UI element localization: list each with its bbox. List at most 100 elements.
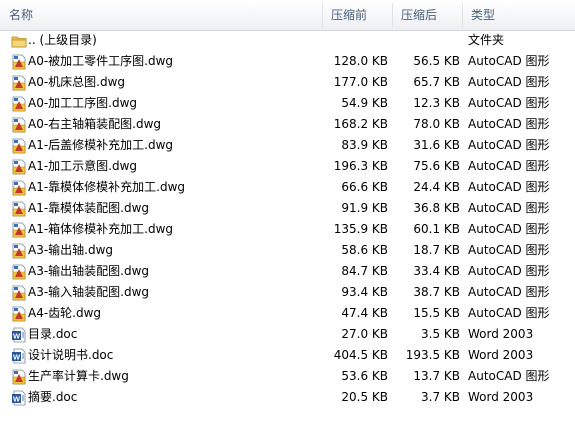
original-size: 58.6 KB — [341, 243, 388, 257]
word-file-icon: W — [11, 327, 27, 343]
compressed-size — [392, 30, 460, 51]
file-name: 设计说明书.doc — [28, 348, 114, 362]
dwg-file-icon — [11, 180, 27, 196]
file-row[interactable]: A1-后盖修模补充加工.dwg 83.9 KB 31.6 KB AutoCAD 图形 — [0, 135, 575, 156]
svg-text:W: W — [13, 332, 21, 341]
word-file-icon: W — [11, 390, 27, 406]
compressed-size: 13.7 KB — [413, 369, 460, 383]
file-type: AutoCAD 图形 — [468, 54, 550, 68]
original-size: 54.9 KB — [341, 96, 388, 110]
file-row[interactable]: W 目录.doc 27.0 KB 3.5 KB Word 2003 — [0, 324, 575, 345]
dwg-file-icon — [11, 222, 27, 238]
file-type: AutoCAD 图形 — [468, 264, 550, 278]
file-name: 生产率计算卡.dwg — [28, 369, 129, 383]
file-name: A1-箱体修模补充加工.dwg — [28, 222, 174, 236]
file-row[interactable]: A4-齿轮.dwg 47.4 KB 15.5 KB AutoCAD 图形 — [0, 303, 575, 324]
file-type: Word 2003 — [468, 327, 534, 341]
file-row[interactable]: A1-箱体修模补充加工.dwg 135.9 KB 60.1 KB AutoCAD 图形 — [0, 219, 575, 240]
file-name: A3-输出轴.dwg — [28, 243, 114, 257]
file-row[interactable]: A1-靠模体装配图.dwg 91.9 KB 36.8 KB AutoCAD 图形 — [0, 198, 575, 219]
file-name: .. (上级目录) — [28, 33, 97, 47]
file-type: AutoCAD 图形 — [468, 201, 550, 215]
compressed-size: 15.5 KB — [413, 306, 460, 320]
column-header-type[interactable]: 类型 — [462, 0, 575, 30]
file-row[interactable]: W 摘要.doc 20.5 KB 3.7 KB Word 2003 — [0, 387, 575, 408]
compressed-size: 75.6 KB — [413, 159, 460, 173]
file-name: 目录.doc — [28, 327, 78, 341]
compressed-size: 36.8 KB — [413, 201, 460, 215]
file-name: A3-输出轴装配图.dwg — [28, 264, 150, 278]
file-name: A0-机床总图.dwg — [28, 75, 126, 89]
dwg-file-icon — [11, 96, 27, 112]
file-name: A0-被加工零件工序图.dwg — [28, 54, 174, 68]
folder-icon — [11, 33, 27, 49]
file-row[interactable]: A3-输出轴.dwg 58.6 KB 18.7 KB AutoCAD 图形 — [0, 240, 575, 261]
word-file-icon: W — [11, 348, 27, 364]
file-name: A1-加工示意图.dwg — [28, 159, 138, 173]
file-name: A3-输入轴装配图.dwg — [28, 285, 150, 299]
dwg-file-icon — [11, 306, 27, 322]
file-type: AutoCAD 图形 — [468, 117, 550, 131]
file-name: A4-齿轮.dwg — [28, 306, 102, 320]
column-header-name[interactable]: 名称 — [0, 0, 322, 30]
file-row[interactable]: A3-输出轴装配图.dwg 84.7 KB 33.4 KB AutoCAD 图形 — [0, 261, 575, 282]
compressed-size: 12.3 KB — [413, 96, 460, 110]
original-size: 83.9 KB — [341, 138, 388, 152]
file-name: 摘要.doc — [28, 390, 78, 404]
file-type: 文件夹 — [468, 33, 505, 47]
file-row[interactable]: A0-机床总图.dwg 177.0 KB 65.7 KB AutoCAD 图形 — [0, 72, 575, 93]
file-name: A0-右主轴箱装配图.dwg — [28, 117, 162, 131]
compressed-size: 38.7 KB — [413, 285, 460, 299]
original-size: 177.0 KB — [333, 75, 388, 89]
original-size: 47.4 KB — [341, 306, 388, 320]
file-row[interactable]: A0-加工工序图.dwg 54.9 KB 12.3 KB AutoCAD 图形 — [0, 93, 575, 114]
file-row[interactable]: A1-加工示意图.dwg 196.3 KB 75.6 KB AutoCAD 图形 — [0, 156, 575, 177]
file-type: AutoCAD 图形 — [468, 180, 550, 194]
compressed-size: 3.7 KB — [421, 390, 460, 404]
compressed-size: 24.4 KB — [413, 180, 460, 194]
column-header-bar: 名称 压缩前 压缩后 类型 — [0, 0, 575, 31]
file-row[interactable]: A0-右主轴箱装配图.dwg 168.2 KB 78.0 KB AutoCAD 图形 — [0, 114, 575, 135]
file-type: AutoCAD 图形 — [468, 222, 550, 236]
column-header-compressed-size[interactable]: 压缩后 — [392, 0, 462, 30]
file-type: AutoCAD 图形 — [468, 159, 550, 173]
file-type: AutoCAD 图形 — [468, 306, 550, 320]
file-name: A0-加工工序图.dwg — [28, 96, 138, 110]
compressed-size: 65.7 KB — [413, 75, 460, 89]
file-type: AutoCAD 图形 — [468, 369, 550, 383]
file-list: .. (上级目录) 文件夹 A0-被加工零件工序图.dwg 128.0 KB 56.5 … — [0, 30, 575, 408]
dwg-file-icon — [11, 159, 27, 175]
file-row[interactable]: W 设计说明书.doc 404.5 KB 193.5 KB Word 2003 — [0, 345, 575, 366]
dwg-file-icon — [11, 285, 27, 301]
file-row[interactable]: A3-输入轴装配图.dwg 93.4 KB 38.7 KB AutoCAD 图形 — [0, 282, 575, 303]
file-row[interactable]: A0-被加工零件工序图.dwg 128.0 KB 56.5 KB AutoCAD 图形 — [0, 51, 575, 72]
file-name: A1-靠模体装配图.dwg — [28, 201, 150, 215]
original-size — [320, 30, 388, 51]
file-name: A1-后盖修模补充加工.dwg — [28, 138, 174, 152]
svg-text:W: W — [13, 395, 21, 404]
compressed-size: 60.1 KB — [413, 222, 460, 236]
compressed-size: 18.7 KB — [413, 243, 460, 257]
dwg-file-icon — [11, 264, 27, 280]
original-size: 93.4 KB — [341, 285, 388, 299]
compressed-size: 78.0 KB — [413, 117, 460, 131]
original-size: 91.9 KB — [341, 201, 388, 215]
dwg-file-icon — [11, 201, 27, 217]
file-type: AutoCAD 图形 — [468, 138, 550, 152]
original-size: 404.5 KB — [333, 348, 388, 362]
file-type: Word 2003 — [468, 390, 534, 404]
original-size: 168.2 KB — [333, 117, 388, 131]
file-row[interactable]: 生产率计算卡.dwg 53.6 KB 13.7 KB AutoCAD 图形 — [0, 366, 575, 387]
column-header-original-size[interactable]: 压缩前 — [322, 0, 392, 30]
compressed-size: 56.5 KB — [413, 54, 460, 68]
file-name: A1-靠模体修模补充加工.dwg — [28, 180, 186, 194]
original-size: 53.6 KB — [341, 369, 388, 383]
file-row[interactable]: A1-靠模体修模补充加工.dwg 66.6 KB 24.4 KB AutoCAD 图形 — [0, 177, 575, 198]
file-row[interactable]: .. (上级目录) 文件夹 — [0, 30, 575, 51]
dwg-file-icon — [11, 75, 27, 91]
dwg-file-icon — [11, 138, 27, 154]
compressed-size: 3.5 KB — [421, 327, 460, 341]
original-size: 128.0 KB — [333, 54, 388, 68]
dwg-file-icon — [11, 117, 27, 133]
original-size: 135.9 KB — [333, 222, 388, 236]
